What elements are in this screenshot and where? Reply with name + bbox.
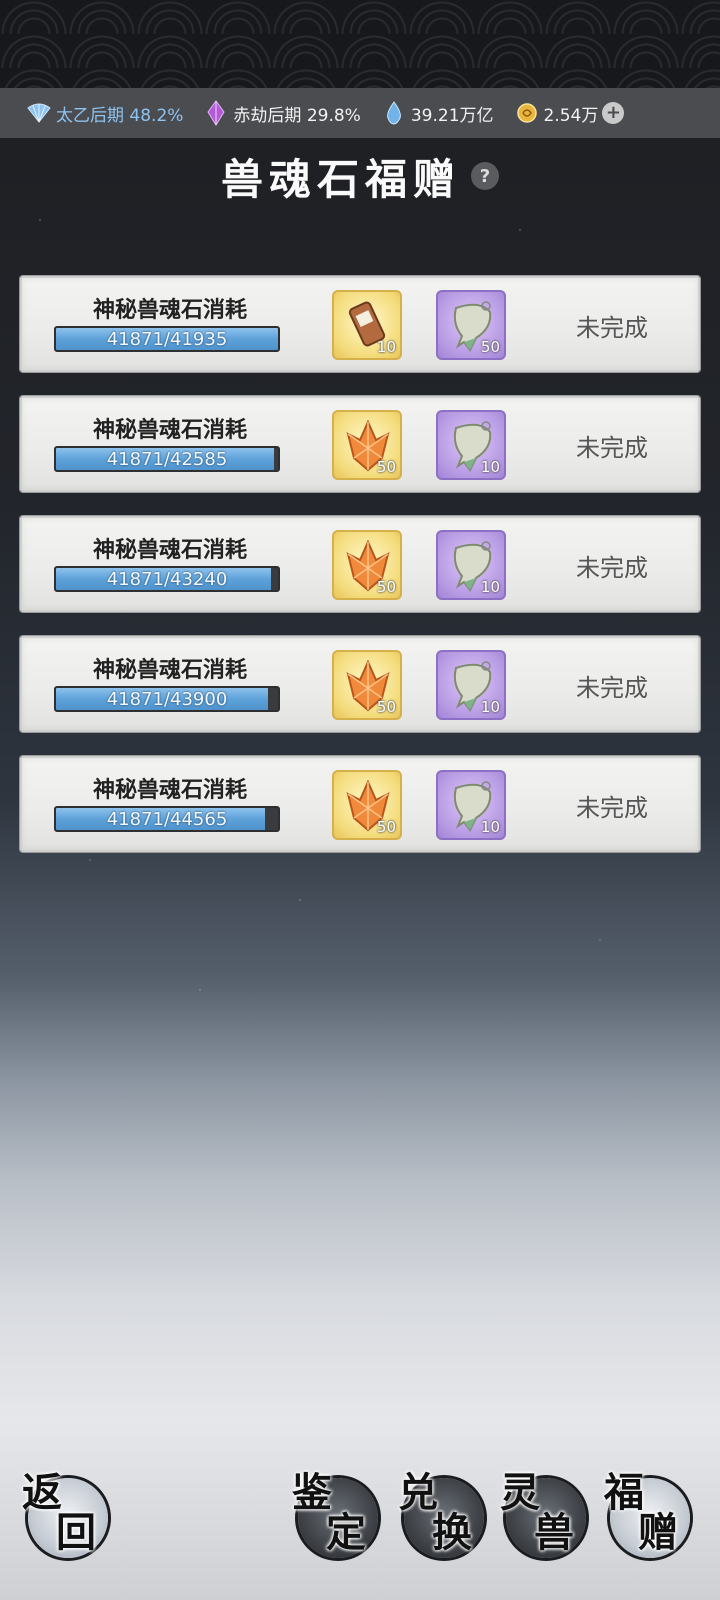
reward-item-1[interactable]: 50: [332, 650, 402, 720]
gold-resource[interactable]: 2.54万 +: [514, 100, 625, 126]
task-progress-bar: 41871/43900: [54, 686, 280, 712]
reward-2-quantity: 50: [480, 338, 500, 356]
fan-icon: [26, 100, 52, 126]
task-status: 未完成: [576, 674, 648, 702]
task-status: 未完成: [576, 434, 648, 462]
reward-1-quantity: 50: [376, 578, 396, 596]
task-progress-text: 41871/42585: [106, 448, 228, 470]
cultivation-resource[interactable]: 太乙后期 48.2%: [26, 100, 183, 126]
purple-crystal-icon: [203, 100, 229, 126]
reward-1-quantity: 50: [376, 698, 396, 716]
tribulation-label: 赤劫后期 29.8%: [233, 105, 361, 126]
reward-item-2[interactable]: 10: [436, 650, 506, 720]
back-char-2: 回: [56, 1509, 96, 1556]
appraise-char-2: 定: [326, 1509, 366, 1556]
resource-bar: 太乙后期 48.2% 赤劫后期 29.8% 39.21万亿 2.54万 +: [0, 88, 720, 138]
task-row[interactable]: 神秘兽魂石消耗 41871/43240 50 10 未完成: [20, 516, 700, 612]
reward-2-quantity: 10: [480, 818, 500, 836]
task-progress-text: 41871/43900: [106, 688, 228, 710]
reward-2-quantity: 10: [480, 698, 500, 716]
task-status: 未完成: [576, 314, 648, 342]
reward-1-quantity: 10: [376, 338, 396, 356]
appraise-button[interactable]: 鉴 定: [292, 1469, 378, 1558]
reward-1-quantity: 50: [376, 818, 396, 836]
task-name: 神秘兽魂石消耗: [92, 658, 247, 683]
task-row[interactable]: 神秘兽魂石消耗 41871/42585 50 10 未完成: [20, 396, 700, 492]
task-status: 未完成: [576, 554, 648, 582]
header-wave-pattern: [0, 0, 720, 88]
task-name: 神秘兽魂石消耗: [92, 298, 247, 323]
task-progress-bar: 41871/41935: [54, 326, 280, 352]
tribulation-resource[interactable]: 赤劫后期 29.8%: [203, 100, 361, 126]
spirit-water-label: 39.21万亿: [410, 105, 494, 126]
reward-item-2[interactable]: 10: [436, 770, 506, 840]
page-title: 兽魂石福赠: [220, 154, 461, 204]
reward-2-quantity: 10: [480, 458, 500, 476]
reward-item-1[interactable]: 10: [332, 290, 402, 360]
spirit-water-resource[interactable]: 39.21万亿: [381, 100, 494, 126]
page-title-bar: 兽魂石福赠 ?: [0, 146, 720, 206]
task-progress-text: 41871/44565: [106, 808, 228, 830]
task-name: 神秘兽魂石消耗: [92, 418, 247, 443]
gold-coin-icon: [514, 100, 540, 126]
spirit-beast-button[interactable]: 灵 兽: [500, 1469, 586, 1558]
task-progress-bar: 41871/42585: [54, 446, 280, 472]
exchange-button[interactable]: 兑 换: [398, 1469, 484, 1558]
task-row[interactable]: 神秘兽魂石消耗 41871/43900 50 10 未完成: [20, 636, 700, 732]
reward-item-1[interactable]: 50: [332, 770, 402, 840]
task-status: 未完成: [576, 794, 648, 822]
task-row[interactable]: 神秘兽魂石消耗 41871/44565 50 10 未完成: [20, 756, 700, 852]
task-name: 神秘兽魂石消耗: [92, 538, 247, 563]
blue-drop-icon: [381, 100, 407, 126]
spirit-beast-char-2: 兽: [534, 1509, 574, 1556]
exchange-char-2: 换: [432, 1509, 472, 1556]
reward-item-2[interactable]: 10: [436, 410, 506, 480]
blessing-char-2: 赠: [638, 1509, 678, 1556]
task-name: 神秘兽魂石消耗: [92, 778, 247, 803]
task-progress-text: 41871/41935: [106, 328, 228, 350]
reward-1-quantity: 50: [376, 458, 396, 476]
task-progress-bar: 41871/43240: [54, 566, 280, 592]
help-icon[interactable]: ?: [471, 162, 499, 190]
reward-item-2[interactable]: 10: [436, 530, 506, 600]
reward-2-quantity: 10: [480, 578, 500, 596]
reward-item-1[interactable]: 50: [332, 410, 402, 480]
task-progress-bar: 41871/44565: [54, 806, 280, 832]
task-progress-text: 41871/43240: [106, 568, 228, 590]
task-list: 神秘兽魂石消耗 41871/41935 10 50 未完成 神秘兽魂石消耗 41…: [20, 276, 700, 876]
reward-item-1[interactable]: 50: [332, 530, 402, 600]
cultivation-label: 太乙后期 48.2%: [56, 105, 184, 126]
reward-item-2[interactable]: 50: [436, 290, 506, 360]
add-gold-button[interactable]: +: [602, 102, 625, 124]
task-row[interactable]: 神秘兽魂石消耗 41871/41935 10 50 未完成: [20, 276, 700, 372]
gold-label: 2.54万: [543, 105, 599, 126]
blessing-button[interactable]: 福 赠: [604, 1469, 690, 1558]
back-button[interactable]: 返 回: [22, 1469, 108, 1558]
